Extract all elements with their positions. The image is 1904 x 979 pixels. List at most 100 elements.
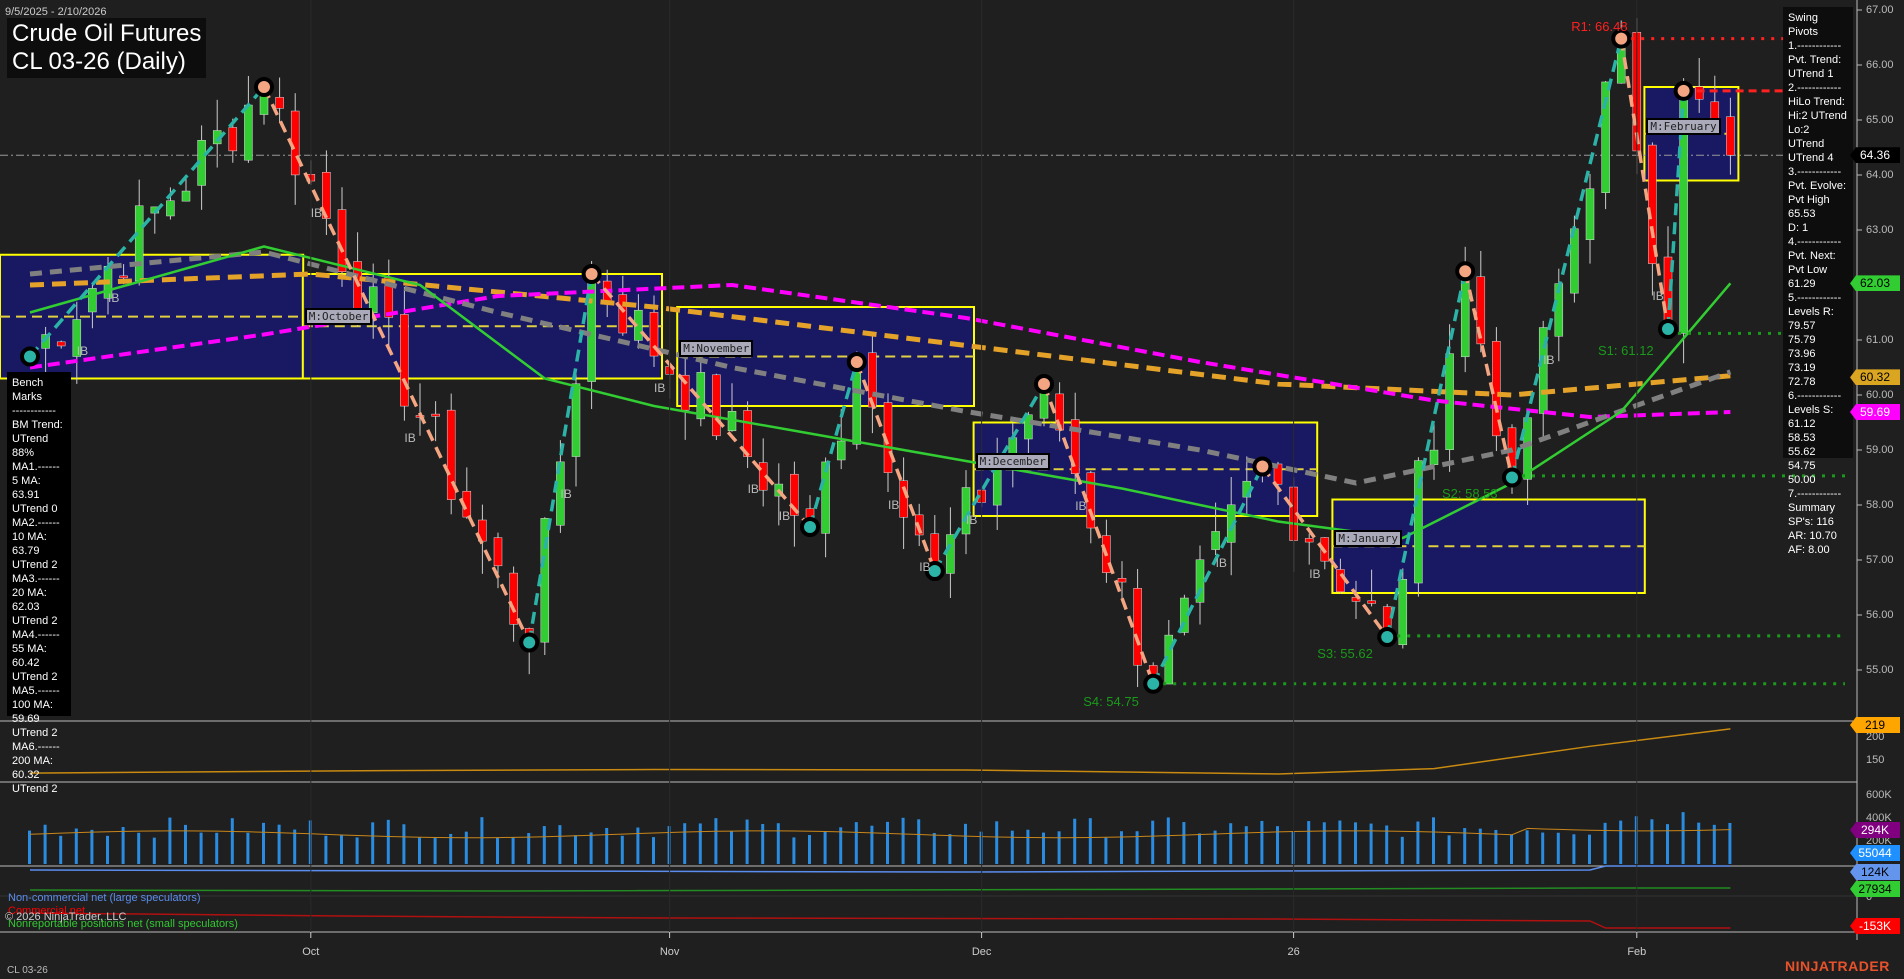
volume-bar bbox=[512, 837, 515, 864]
inside-bar-label: IB bbox=[1652, 289, 1663, 303]
swing-pivot-line: 79.57 bbox=[1788, 319, 1848, 333]
x-axis-label: 26 bbox=[1287, 946, 1299, 958]
swing-pivot-line: Levels R: bbox=[1788, 305, 1848, 319]
bench-mark-line: 60.42 bbox=[12, 656, 66, 670]
pivot-low-marker bbox=[1660, 321, 1676, 337]
footer-symbol: CL 03-26 bbox=[7, 965, 48, 976]
inside-bar-label: IB bbox=[1075, 499, 1086, 513]
volume-bar bbox=[1104, 838, 1107, 864]
swing-pivot-line: Hi:2 UTrend bbox=[1788, 109, 1848, 123]
price-tick-label: 59.00 bbox=[1866, 444, 1894, 456]
candle-body bbox=[1305, 538, 1313, 542]
swing-pivot-line: 2.------------ bbox=[1788, 81, 1848, 95]
volume-bar bbox=[917, 819, 920, 864]
date-range: 9/5/2025 - 2/10/2026 bbox=[5, 6, 107, 18]
volume-bar bbox=[964, 824, 967, 864]
volume-bar bbox=[1026, 830, 1029, 864]
month-box-label: M:January bbox=[1334, 530, 1402, 547]
volume-bar bbox=[106, 836, 109, 864]
volume-bar bbox=[948, 834, 951, 864]
volume-bar bbox=[699, 823, 702, 864]
volume-bar bbox=[496, 837, 499, 864]
candle-body bbox=[1118, 578, 1126, 582]
x-axis-label: Feb bbox=[1627, 946, 1646, 958]
bench-mark-line: 62.03 bbox=[12, 600, 66, 614]
inside-bar-label: IB bbox=[1216, 556, 1227, 570]
price-tick-label: 65.00 bbox=[1866, 114, 1894, 126]
copyright: © 2026 NinjaTrader, LLC bbox=[5, 911, 126, 923]
volume-bar bbox=[1151, 821, 1154, 864]
price-chart[interactable] bbox=[0, 0, 1904, 979]
price-tick-label: 55.00 bbox=[1866, 664, 1894, 676]
bench-mark-line: UTrend 2 bbox=[12, 558, 66, 572]
swing-pivot-line: 72.78 bbox=[1788, 375, 1848, 389]
price-tick-label: 64.00 bbox=[1866, 169, 1894, 181]
inside-bar-label: IB bbox=[77, 344, 88, 358]
bench-mark-line: UTrend 2 bbox=[12, 726, 66, 740]
price-tick-label: 58.00 bbox=[1866, 499, 1894, 511]
volume-bar bbox=[1338, 821, 1341, 864]
instrument-symbol-period: CL 03-26 (Daily) bbox=[12, 48, 201, 76]
volume-bar bbox=[449, 834, 452, 864]
swing-pivot-line: 73.19 bbox=[1788, 361, 1848, 375]
candle-body bbox=[619, 295, 627, 333]
price-tag: 27934 bbox=[1850, 881, 1900, 897]
swing-pivot-line: Swing Pivots bbox=[1788, 11, 1848, 39]
volume-bar bbox=[44, 825, 47, 864]
bench-marks-panel: Bench Marks------------BM Trend:UTrend 8… bbox=[7, 372, 71, 716]
bench-mark-line: UTrend 2 bbox=[12, 782, 66, 796]
price-tag: 55044 bbox=[1850, 845, 1900, 861]
volume-bar bbox=[371, 822, 374, 864]
month-box-label: M:October bbox=[305, 308, 373, 325]
bench-mark-line: 10 MA: bbox=[12, 530, 66, 544]
volume-tick: 600K bbox=[1866, 789, 1892, 801]
volume-bar bbox=[418, 838, 421, 864]
volume-bar bbox=[137, 833, 140, 864]
volume-bar bbox=[59, 836, 62, 864]
price-tick-label: 63.00 bbox=[1866, 224, 1894, 236]
volume-bar bbox=[730, 831, 733, 864]
volume-bar bbox=[558, 825, 561, 864]
candle-body bbox=[1368, 601, 1376, 604]
volume-bar bbox=[1650, 819, 1653, 864]
swing-leg bbox=[1465, 271, 1512, 477]
volume-bar bbox=[1494, 830, 1497, 864]
volume-bar bbox=[621, 836, 624, 864]
swing-pivot-line: 3.------------ bbox=[1788, 165, 1848, 179]
pivot-high-marker bbox=[1676, 83, 1692, 99]
swing-pivot-line: UTrend 1 bbox=[1788, 67, 1848, 81]
price-tick-label: 60.00 bbox=[1866, 389, 1894, 401]
legend-noncommercial: Non-commercial net (large speculators) bbox=[8, 892, 201, 904]
bench-mark-line: 63.79 bbox=[12, 544, 66, 558]
bench-mark-line: 5 MA: bbox=[12, 474, 66, 488]
bench-mark-line: MA3.------ bbox=[12, 572, 66, 586]
inside-bar-label: IB bbox=[748, 482, 759, 496]
bench-mark-line: 20 MA: bbox=[12, 586, 66, 600]
candle-body bbox=[1336, 569, 1344, 591]
volume-bar bbox=[231, 818, 234, 864]
bench-mark-line: MA5.------ bbox=[12, 684, 66, 698]
x-axis-label: Oct bbox=[302, 946, 319, 958]
volume-bar bbox=[1401, 837, 1404, 864]
volume-bar bbox=[1167, 817, 1170, 864]
bench-mark-line: 200 MA: bbox=[12, 754, 66, 768]
volume-bar bbox=[995, 821, 998, 864]
volume-bar bbox=[356, 837, 359, 864]
volume-bar bbox=[870, 826, 873, 864]
swing-pivot-line: Pvt. Trend: bbox=[1788, 53, 1848, 67]
indicator-tick: 150 bbox=[1866, 754, 1884, 766]
price-tag: 124K bbox=[1850, 864, 1900, 880]
candle-body bbox=[900, 481, 908, 518]
volume-bar bbox=[792, 837, 795, 864]
price-tag: 60.32 bbox=[1850, 369, 1900, 385]
instrument-name: Crude Oil Futures bbox=[12, 20, 201, 48]
swing-pivot-line: 73.96 bbox=[1788, 347, 1848, 361]
swing-pivot-line: Pvt. Next: bbox=[1788, 249, 1848, 263]
volume-bar bbox=[1448, 835, 1451, 864]
candle-body bbox=[946, 535, 954, 574]
price-tag: -153K bbox=[1850, 918, 1900, 934]
pivot-low-marker bbox=[1504, 470, 1520, 486]
volume-bar bbox=[215, 833, 218, 864]
candle-body bbox=[1430, 450, 1438, 465]
bench-mark-line: UTrend 2 bbox=[12, 670, 66, 684]
